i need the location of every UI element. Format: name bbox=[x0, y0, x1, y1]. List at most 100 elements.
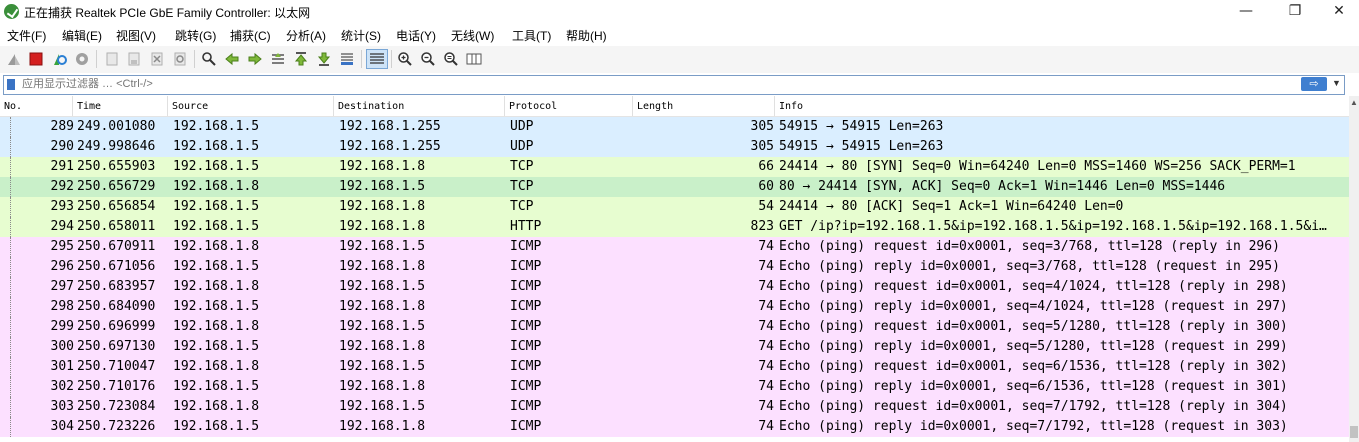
go-last-icon[interactable] bbox=[316, 51, 332, 67]
packet-number: 299 bbox=[50, 319, 74, 334]
display-filter-bar: ⇨ ▼ bbox=[0, 74, 1359, 96]
filter-bookmark-icon[interactable] bbox=[7, 79, 15, 90]
packet-row[interactable]: 302 250.710176 192.168.1.5 192.168.1.8 ICMP 7… bbox=[0, 377, 1349, 397]
toolbar-separator bbox=[194, 50, 195, 68]
packet-row[interactable]: 295 250.670911 192.168.1.8 192.168.1.5 ICMP 7… bbox=[0, 237, 1349, 257]
column-header-time[interactable]: Time bbox=[73, 96, 168, 116]
packet-length: 54 bbox=[758, 199, 774, 214]
menu-tools[interactable]: 工具(T) bbox=[512, 27, 551, 44]
scroll-up-icon[interactable]: ▲ bbox=[1350, 98, 1358, 107]
capture-options-icon[interactable] bbox=[74, 51, 90, 67]
menu-analyze[interactable]: 分析(A) bbox=[286, 27, 326, 44]
packet-destination: 192.168.1.255 bbox=[339, 119, 441, 134]
toolbar-separator bbox=[391, 50, 392, 68]
menu-capture[interactable]: 捕获(C) bbox=[230, 27, 271, 44]
menu-file[interactable]: 文件(F) bbox=[7, 27, 46, 44]
packet-number: 302 bbox=[50, 379, 74, 394]
packet-destination: 192.168.1.5 bbox=[339, 359, 426, 374]
packet-info: 24414 → 80 [ACK] Seq=1 Ack=1 Win=64240 L… bbox=[779, 199, 1124, 214]
column-header-source[interactable]: Source bbox=[168, 96, 334, 116]
packet-protocol: TCP bbox=[510, 179, 534, 194]
find-packet-icon[interactable] bbox=[201, 51, 217, 67]
packet-number: 294 bbox=[50, 219, 74, 234]
packet-row[interactable]: 291 250.655903 192.168.1.5 192.168.1.8 TCP 66… bbox=[0, 157, 1349, 177]
packet-row[interactable]: 294 250.658011 192.168.1.5 192.168.1.8 HTTP 8… bbox=[0, 217, 1349, 237]
colorize-icon[interactable] bbox=[366, 49, 388, 69]
packet-row[interactable]: 300 250.697130 192.168.1.5 192.168.1.8 ICMP 7… bbox=[0, 337, 1349, 357]
packet-protocol: ICMP bbox=[510, 399, 542, 414]
menu-telephony[interactable]: 电话(Y) bbox=[396, 27, 436, 44]
packet-row[interactable]: 292 250.656729 192.168.1.8 192.168.1.5 TCP 60… bbox=[0, 177, 1349, 197]
packet-info: Echo (ping) reply id=0x0001, seq=6/1536,… bbox=[779, 379, 1288, 394]
zoom-normal-icon[interactable] bbox=[443, 51, 459, 67]
packet-row[interactable]: 299 250.696999 192.168.1.8 192.168.1.5 ICMP 7… bbox=[0, 317, 1349, 337]
menu-statistics[interactable]: 统计(S) bbox=[341, 27, 381, 44]
resize-columns-icon[interactable] bbox=[466, 51, 482, 67]
vertical-scrollbar[interactable]: ▲ bbox=[1349, 96, 1359, 442]
packet-info: Echo (ping) reply id=0x0001, seq=3/768, … bbox=[779, 259, 1280, 274]
menu-go[interactable]: 跳转(G) bbox=[175, 27, 216, 44]
packet-length: 74 bbox=[758, 259, 774, 274]
packet-row[interactable]: 301 250.710047 192.168.1.8 192.168.1.5 ICMP 7… bbox=[0, 357, 1349, 377]
open-file-icon[interactable] bbox=[104, 51, 120, 67]
go-to-packet-icon[interactable] bbox=[270, 51, 286, 67]
packet-row[interactable]: 304 250.723226 192.168.1.5 192.168.1.8 ICMP 7… bbox=[0, 417, 1349, 437]
packet-destination: 192.168.1.5 bbox=[339, 399, 426, 414]
packet-row[interactable]: 290 249.998646 192.168.1.5 192.168.1.255 UDP… bbox=[0, 137, 1349, 157]
packet-source: 192.168.1.5 bbox=[173, 339, 260, 354]
zoom-in-icon[interactable] bbox=[397, 51, 413, 67]
packet-destination: 192.168.1.8 bbox=[339, 259, 426, 274]
close-button[interactable]: ✕ bbox=[1316, 0, 1359, 24]
auto-scroll-icon[interactable] bbox=[339, 51, 355, 67]
column-header-info[interactable]: Info bbox=[775, 96, 1349, 116]
packet-protocol: UDP bbox=[510, 139, 534, 154]
column-header-length[interactable]: Length bbox=[633, 96, 775, 116]
maximize-button[interactable]: ❐ bbox=[1272, 0, 1318, 24]
conversation-line bbox=[10, 117, 11, 137]
conversation-line bbox=[10, 237, 11, 257]
shark-fin-start-icon[interactable] bbox=[6, 51, 22, 67]
packet-row[interactable]: 298 250.684090 192.168.1.5 192.168.1.8 ICMP 7… bbox=[0, 297, 1349, 317]
menu-wireless[interactable]: 无线(W) bbox=[451, 27, 494, 44]
restart-capture-icon[interactable] bbox=[51, 51, 67, 67]
scrollbar-thumb[interactable] bbox=[1350, 426, 1358, 438]
apply-filter-button[interactable]: ⇨ bbox=[1301, 77, 1327, 91]
packet-protocol: ICMP bbox=[510, 259, 542, 274]
packet-time: 250.723084 bbox=[77, 399, 156, 414]
save-file-icon[interactable] bbox=[126, 51, 142, 67]
conversation-line bbox=[10, 217, 11, 237]
packet-time: 250.684090 bbox=[77, 299, 156, 314]
display-filter-input[interactable] bbox=[22, 78, 1282, 90]
packet-row[interactable]: 289 249.001080 192.168.1.5 192.168.1.255 UDP… bbox=[0, 117, 1349, 137]
minimize-button[interactable]: — bbox=[1223, 0, 1269, 24]
close-file-icon[interactable] bbox=[149, 51, 165, 67]
packet-row[interactable]: 293 250.656854 192.168.1.5 192.168.1.8 TCP 54… bbox=[0, 197, 1349, 217]
packet-source: 192.168.1.8 bbox=[173, 279, 260, 294]
packet-number: 304 bbox=[50, 419, 74, 434]
packet-length: 74 bbox=[758, 379, 774, 394]
column-header-no[interactable]: No. bbox=[0, 96, 73, 116]
packet-destination: 192.168.1.5 bbox=[339, 239, 426, 254]
packet-protocol: ICMP bbox=[510, 239, 542, 254]
go-first-icon[interactable] bbox=[293, 51, 309, 67]
column-header-destination[interactable]: Destination bbox=[334, 96, 505, 116]
menu-view[interactable]: 视图(V) bbox=[116, 27, 156, 44]
packet-row[interactable]: 296 250.671056 192.168.1.5 192.168.1.8 ICMP 7… bbox=[0, 257, 1349, 277]
packet-row[interactable]: 303 250.723084 192.168.1.8 192.168.1.5 ICMP 7… bbox=[0, 397, 1349, 417]
packet-destination: 192.168.1.8 bbox=[339, 379, 426, 394]
menu-help[interactable]: 帮助(H) bbox=[566, 27, 607, 44]
go-back-icon[interactable] bbox=[224, 51, 240, 67]
packet-row[interactable]: 297 250.683957 192.168.1.8 192.168.1.5 ICMP 7… bbox=[0, 277, 1349, 297]
go-forward-icon[interactable] bbox=[247, 51, 263, 67]
zoom-out-icon[interactable] bbox=[420, 51, 436, 67]
column-header-protocol[interactable]: Protocol bbox=[505, 96, 633, 116]
packet-destination: 192.168.1.5 bbox=[339, 279, 426, 294]
packet-protocol: ICMP bbox=[510, 359, 542, 374]
packet-protocol: ICMP bbox=[510, 339, 542, 354]
packet-length: 66 bbox=[758, 159, 774, 174]
filter-dropdown-icon[interactable]: ▼ bbox=[1332, 78, 1341, 88]
stop-capture-icon[interactable] bbox=[28, 51, 44, 67]
packet-time: 250.656854 bbox=[77, 199, 156, 214]
menu-edit[interactable]: 编辑(E) bbox=[62, 27, 102, 44]
reload-file-icon[interactable] bbox=[172, 51, 188, 67]
